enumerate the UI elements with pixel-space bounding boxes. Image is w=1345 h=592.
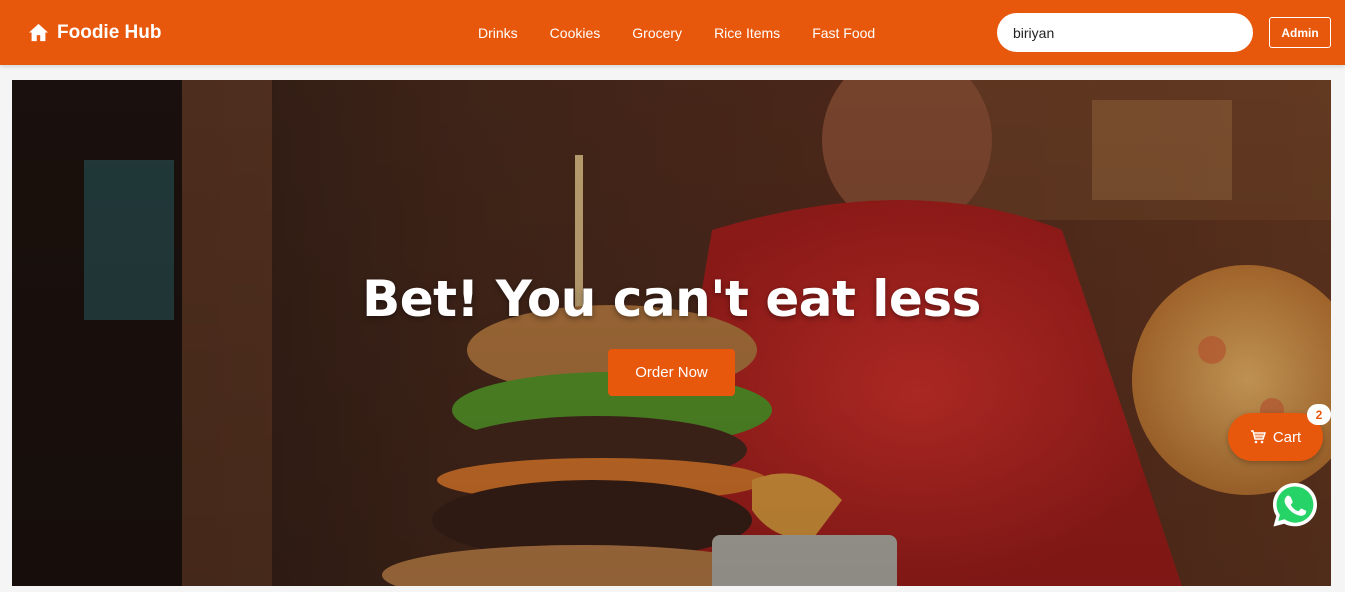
whatsapp-icon[interactable]	[1270, 480, 1320, 530]
hero-background-image	[12, 80, 1331, 586]
hero-banner: Bet! You can't eat less Order Now	[12, 80, 1331, 586]
home-icon	[29, 23, 48, 42]
hero-title: Bet! You can't eat less	[362, 270, 981, 328]
nav-link-grocery[interactable]: Grocery	[616, 25, 698, 41]
brand-name: Foodie Hub	[57, 21, 162, 43]
nav-link-cookies[interactable]: Cookies	[534, 25, 617, 41]
order-now-button[interactable]: Order Now	[608, 349, 735, 396]
nav-link-rice-items[interactable]: Rice Items	[698, 25, 796, 41]
brand-link[interactable]: Foodie Hub	[28, 0, 161, 65]
nav-link-drinks[interactable]: Drinks	[462, 25, 534, 41]
nav-link-fast-food[interactable]: Fast Food	[796, 25, 891, 41]
cart-label: Cart	[1272, 428, 1302, 446]
nav-links: Drinks Cookies Grocery Rice Items Fast F…	[462, 0, 891, 65]
cart-icon	[1250, 430, 1266, 444]
cart-count-badge: 2	[1307, 404, 1331, 425]
admin-button[interactable]: Admin	[1269, 17, 1331, 48]
navbar: Foodie Hub Drinks Cookies Grocery Rice I…	[0, 0, 1345, 65]
search-input[interactable]	[997, 13, 1253, 52]
